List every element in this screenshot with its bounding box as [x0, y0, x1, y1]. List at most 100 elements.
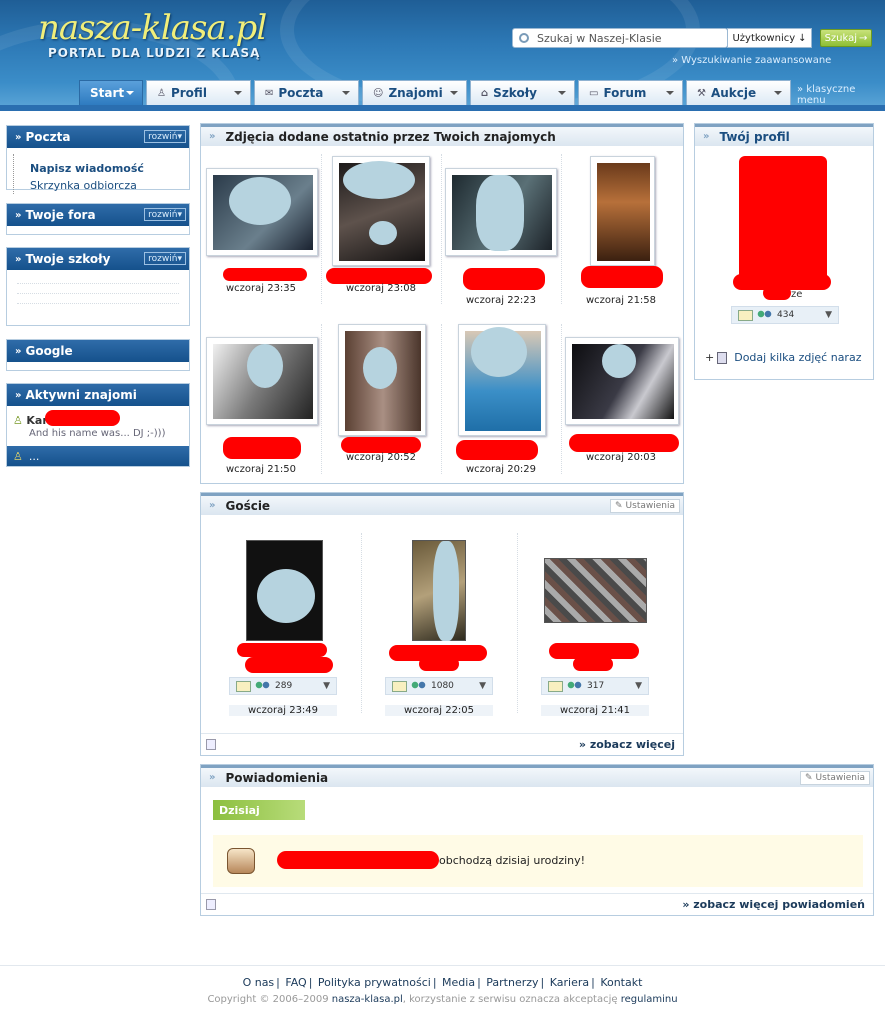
chevron-down-icon[interactable]: ▼ — [323, 681, 330, 691]
chevron-down-icon — [450, 91, 458, 95]
add-photos-label: Dodaj kilka zdjęć naraz — [734, 351, 862, 364]
tab-profil[interactable]: ♙ Profil — [146, 80, 251, 105]
profile-photo-redaction[interactable] — [739, 156, 827, 288]
redaction — [763, 286, 791, 300]
photo-thumb[interactable] — [590, 156, 655, 266]
footer-link[interactable]: Kariera — [550, 976, 589, 989]
online-person-icon: ♙ — [13, 414, 23, 427]
guest-photo[interactable] — [544, 558, 647, 623]
photo-thumb[interactable] — [565, 337, 679, 425]
advanced-search-link[interactable]: » Wyszukiwanie zaawansowane — [672, 55, 831, 66]
friends-icon — [567, 680, 583, 692]
friends-icon — [255, 680, 271, 692]
tab-label: Start — [90, 86, 125, 100]
expand-button[interactable]: rozwiń ▾ — [144, 252, 186, 265]
more-friends-bar[interactable]: ♙... — [7, 446, 189, 466]
person-icon: ♙ — [157, 87, 166, 99]
tab-aukcje[interactable]: ⚒ Aukcje — [686, 80, 791, 105]
chevron-right-icon: » — [15, 253, 22, 265]
google-header[interactable]: » Google — [7, 340, 189, 362]
send-message-icon[interactable] — [392, 680, 407, 692]
send-message-icon[interactable] — [236, 680, 251, 692]
expand-label: rozwiń — [148, 253, 178, 264]
chevron-down-icon[interactable]: ▼ — [635, 681, 642, 691]
aktywni-header[interactable]: » Aktywni znajomi — [7, 384, 189, 406]
classic-menu-link[interactable]: » klasyczne menu — [797, 84, 885, 106]
arrow-right-icon: → — [859, 32, 868, 44]
aktywni-title: Aktywni znajomi — [25, 388, 137, 402]
szkoly-box: » Twoje szkoły rozwiń ▾ — [6, 247, 190, 326]
photo-thumb[interactable] — [458, 324, 546, 436]
profile-header: » Twój profil — [695, 124, 873, 146]
notifications-box: » Powiadomienia ✎ Ustawienia Dzisiaj obchod… — [200, 764, 874, 916]
tab-znajomi[interactable]: ☺ Znajomi — [362, 80, 467, 105]
footer-link[interactable]: Media — [442, 976, 475, 989]
wrench-icon: ✎ — [615, 501, 623, 511]
footer: O nas | FAQ | Polityka prywatności | Media |… — [0, 965, 885, 1016]
chevron-right-icon: » — [15, 131, 22, 143]
search-input[interactable]: Szukaj w Naszej-Klasie — [512, 28, 728, 48]
site-logo[interactable]: nasza-klasa.pl — [38, 8, 267, 48]
photo-timestamp: wczoraj 20:03 — [585, 452, 657, 463]
guest-photo[interactable] — [246, 540, 323, 641]
photo-thumb[interactable] — [332, 156, 430, 266]
google-title: Google — [25, 344, 73, 358]
fora-header[interactable]: » Twoje fora rozwiń ▾ — [7, 204, 189, 226]
settings-button[interactable]: ✎ Ustawienia — [800, 771, 870, 785]
szkoly-header[interactable]: » Twoje szkoły rozwiń ▾ — [7, 248, 189, 270]
active-friend[interactable]: ♙ Kar — [13, 414, 48, 427]
photo-timestamp: wczoraj 21:50 — [225, 464, 297, 475]
nav-underline — [0, 105, 885, 111]
photo-thumb[interactable] — [445, 168, 557, 256]
birthday-text: obchodzą dzisiaj urodziny! — [439, 854, 586, 867]
tab-szkoly[interactable]: ⌂ Szkoły — [470, 80, 575, 105]
tab-label: Profil — [170, 86, 207, 100]
add-photos-link[interactable]: + Dodaj kilka zdjęć naraz — [705, 351, 861, 364]
tab-forum[interactable]: ▭ Forum — [578, 80, 683, 105]
settings-button[interactable]: ✎ Ustawienia — [610, 499, 680, 513]
photo-timestamp: wczoraj 23:35 — [225, 283, 297, 294]
site-link[interactable]: nasza-klasa.pl — [332, 994, 403, 1005]
profile-name-suffix: ze — [791, 289, 803, 300]
photo-thumb[interactable] — [206, 337, 318, 425]
footer-link[interactable]: Polityka prywatności — [318, 976, 431, 989]
inbox-link[interactable]: Skrzynka odbiorcza — [20, 177, 189, 194]
send-message-icon[interactable] — [738, 309, 753, 321]
birthday-notification: obchodzą dzisiaj urodziny! — [213, 835, 863, 887]
poczta-header[interactable]: » Poczta rozwiń ▾ — [7, 126, 189, 148]
photo-timestamp: wczoraj 20:52 — [345, 452, 417, 463]
tab-start[interactable]: Start — [79, 80, 143, 105]
photo-thumb[interactable] — [338, 324, 426, 436]
expand-button[interactable]: rozwiń ▾ — [144, 208, 186, 221]
friend-status: And his name was... DJ ;-))) — [29, 428, 166, 439]
notifications-header: » Powiadomienia ✎ Ustawienia — [201, 765, 873, 787]
see-more-guests-link[interactable]: » zobacz więcej — [579, 738, 675, 751]
photo-thumb[interactable] — [206, 168, 318, 256]
redaction — [569, 434, 679, 452]
blur — [229, 177, 291, 225]
tab-poczta[interactable]: ✉ Poczta — [254, 80, 359, 105]
footer-link[interactable]: Kontakt — [600, 976, 642, 989]
redaction — [573, 657, 613, 671]
chevron-down-icon — [234, 91, 242, 95]
search-button[interactable]: Szukaj → — [820, 29, 872, 47]
send-message-icon[interactable] — [548, 680, 563, 692]
see-more-notifications-link[interactable]: » zobacz więcej powiadomień — [682, 898, 865, 911]
guest-photo[interactable] — [412, 540, 466, 641]
expand-button[interactable]: rozwiń ▾ — [144, 130, 186, 143]
search-scope-select[interactable]: Użytkownicy ↓ — [727, 28, 812, 48]
tos-link[interactable]: regulaminu — [621, 994, 678, 1005]
settings-label: Ustawienia — [625, 501, 675, 511]
divider — [17, 293, 179, 294]
write-message-link[interactable]: Napisz wiadomość — [20, 160, 189, 177]
fora-title: Twoje fora — [25, 208, 96, 222]
footer-link[interactable]: O nas — [243, 976, 275, 989]
footer-link[interactable]: FAQ — [285, 976, 306, 989]
recent-photos-box: » Zdjęcia dodane ostatnio przez Twoich zn… — [200, 123, 684, 484]
chevron-down-icon[interactable]: ▼ — [825, 310, 832, 320]
site-tagline: PORTAL DLA LUDZI Z KLASĄ — [48, 46, 261, 60]
chevron-down-icon[interactable]: ▼ — [479, 681, 486, 691]
divider — [517, 533, 518, 713]
expand-label: rozwiń — [148, 131, 178, 142]
footer-link[interactable]: Partnerzy — [486, 976, 538, 989]
